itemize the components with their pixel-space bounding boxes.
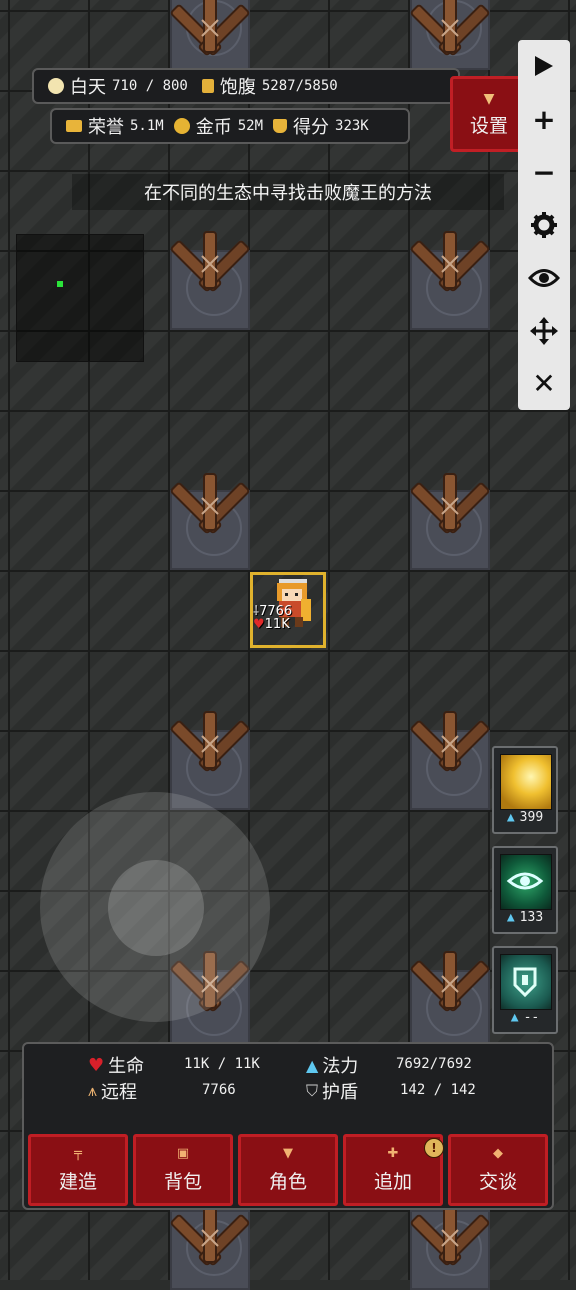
flask-icon: ▲: [506, 910, 515, 925]
character-button[interactable]: ▼ 角色: [238, 1134, 338, 1206]
plus-icon: ✚: [387, 1146, 399, 1161]
build-button[interactable]: ╤ 建造: [28, 1134, 128, 1206]
gear-icon[interactable]: [524, 205, 564, 245]
shield-icon: ⛉: [306, 1081, 319, 1100]
ranged-label: 远程: [101, 1082, 138, 1103]
hammer-icon: ╤: [74, 1146, 82, 1161]
skill-slot-shield[interactable]: ▲ --: [492, 946, 558, 1034]
score-value: 323K: [335, 118, 369, 134]
player-hero[interactable]: ⸸7766 ♥11K: [250, 572, 326, 648]
player-marker: [57, 281, 63, 287]
hero-hp: ♥11K: [253, 617, 290, 632]
skill-slot-light[interactable]: ▲ 399: [492, 746, 558, 834]
talk-label: 交谈: [478, 1171, 517, 1193]
wooden-stake-trap: [170, 706, 250, 786]
mana-label: 法力: [322, 1056, 359, 1077]
hero-stats: ⸸7766 ♥11K: [253, 605, 292, 631]
minimap[interactable]: [16, 234, 144, 362]
light-burst-icon: [500, 754, 552, 810]
settings-button[interactable]: ▼ 设置: [450, 76, 528, 152]
character-icon: ▼: [283, 1146, 293, 1161]
wooden-stake-trap: [410, 226, 490, 306]
wooden-stake-trap: [170, 1200, 250, 1280]
gold-label: 金币: [195, 117, 232, 138]
shield-skill-icon: [500, 954, 552, 1010]
honor-value: 5.1M: [130, 118, 164, 134]
wooden-stake-trap: [410, 0, 490, 70]
wooden-stake-trap: [410, 468, 490, 548]
day-food-bar: 白天 710 / 800 饱腹 5287/5850: [32, 68, 460, 104]
hint-text: 在不同的生态中寻找击败魔王的方法: [72, 174, 504, 210]
notification-badge: !: [424, 1138, 444, 1158]
add-label: 追加: [373, 1171, 412, 1193]
day-label: 白天: [70, 77, 106, 98]
bag-icon: ▣: [176, 1146, 190, 1161]
mana-value: 7692/7692: [396, 1056, 472, 1072]
wooden-stake-trap: [170, 468, 250, 548]
trophy-icon: [273, 119, 288, 133]
wooden-stake-trap: [170, 0, 250, 70]
shield-label: 护盾: [322, 1082, 359, 1103]
food-label: 饱腹: [219, 77, 256, 98]
heart-icon: ♥: [88, 1054, 105, 1076]
zoom-out-icon[interactable]: −: [524, 152, 564, 192]
day-value: 710 / 800: [112, 78, 188, 94]
skill-cost: ▲ 133: [506, 910, 544, 925]
score-label: 得分: [293, 117, 330, 138]
flask-icon: ▲: [306, 1055, 319, 1075]
shield-stat: ⛉ 护盾: [306, 1078, 358, 1104]
settings-label: 设置: [469, 114, 508, 137]
gold-value: 52M: [237, 118, 264, 134]
food-icon: [201, 79, 214, 93]
zoom-in-icon[interactable]: +: [524, 99, 564, 139]
build-label: 建造: [58, 1171, 97, 1193]
mana-stat: ▲ 法力: [306, 1052, 358, 1078]
flask-icon: ▲: [506, 810, 515, 825]
food-value: 5287/5850: [261, 78, 338, 94]
bag-button[interactable]: ▣ 背包: [133, 1134, 233, 1206]
character-label: 角色: [268, 1171, 307, 1193]
honor-label: 荣誉: [88, 117, 124, 138]
wooden-stake-trap: [170, 226, 250, 306]
move-icon[interactable]: [524, 311, 564, 351]
flask-icon: ▲: [510, 1010, 519, 1025]
wooden-stake-trap: [410, 946, 490, 1026]
eye-icon[interactable]: [524, 258, 564, 298]
wooden-stake-trap: [410, 1200, 490, 1280]
play-icon[interactable]: [524, 46, 564, 86]
heart-icon: ♥: [253, 617, 265, 632]
ranged-value: 7766: [202, 1082, 236, 1098]
skill-cost: ▲ 399: [506, 810, 544, 825]
bag-label: 背包: [163, 1171, 202, 1193]
shield-value: 142 / 142: [400, 1082, 476, 1098]
skill-slot-eye[interactable]: ▲ 133: [492, 846, 558, 934]
life-value: 11K / 11K: [184, 1056, 260, 1072]
speech-icon: ◆: [493, 1146, 503, 1161]
coin-icon: [173, 118, 190, 134]
side-toolbar: + − ✕: [518, 40, 570, 410]
close-icon[interactable]: ✕: [524, 363, 564, 403]
wrench-icon: ▼: [483, 90, 495, 107]
eye-skill-icon: [500, 854, 552, 910]
resources-bar: 荣誉 5.1M 金币 52M 得分 323K: [50, 108, 410, 144]
talk-button[interactable]: ◆ 交谈: [448, 1134, 548, 1206]
bow-icon: ⩚: [88, 1081, 98, 1100]
sun-icon: [48, 78, 64, 94]
wooden-stake-trap: [410, 706, 490, 786]
joystick-knob[interactable]: [108, 860, 204, 956]
life-stat: ♥ 生命: [88, 1052, 144, 1078]
life-label: 生命: [108, 1056, 145, 1077]
ranged-stat: ⩚ 远程: [88, 1078, 137, 1104]
crown-icon: [66, 120, 82, 132]
skill-cost: ▲ --: [510, 1010, 540, 1025]
